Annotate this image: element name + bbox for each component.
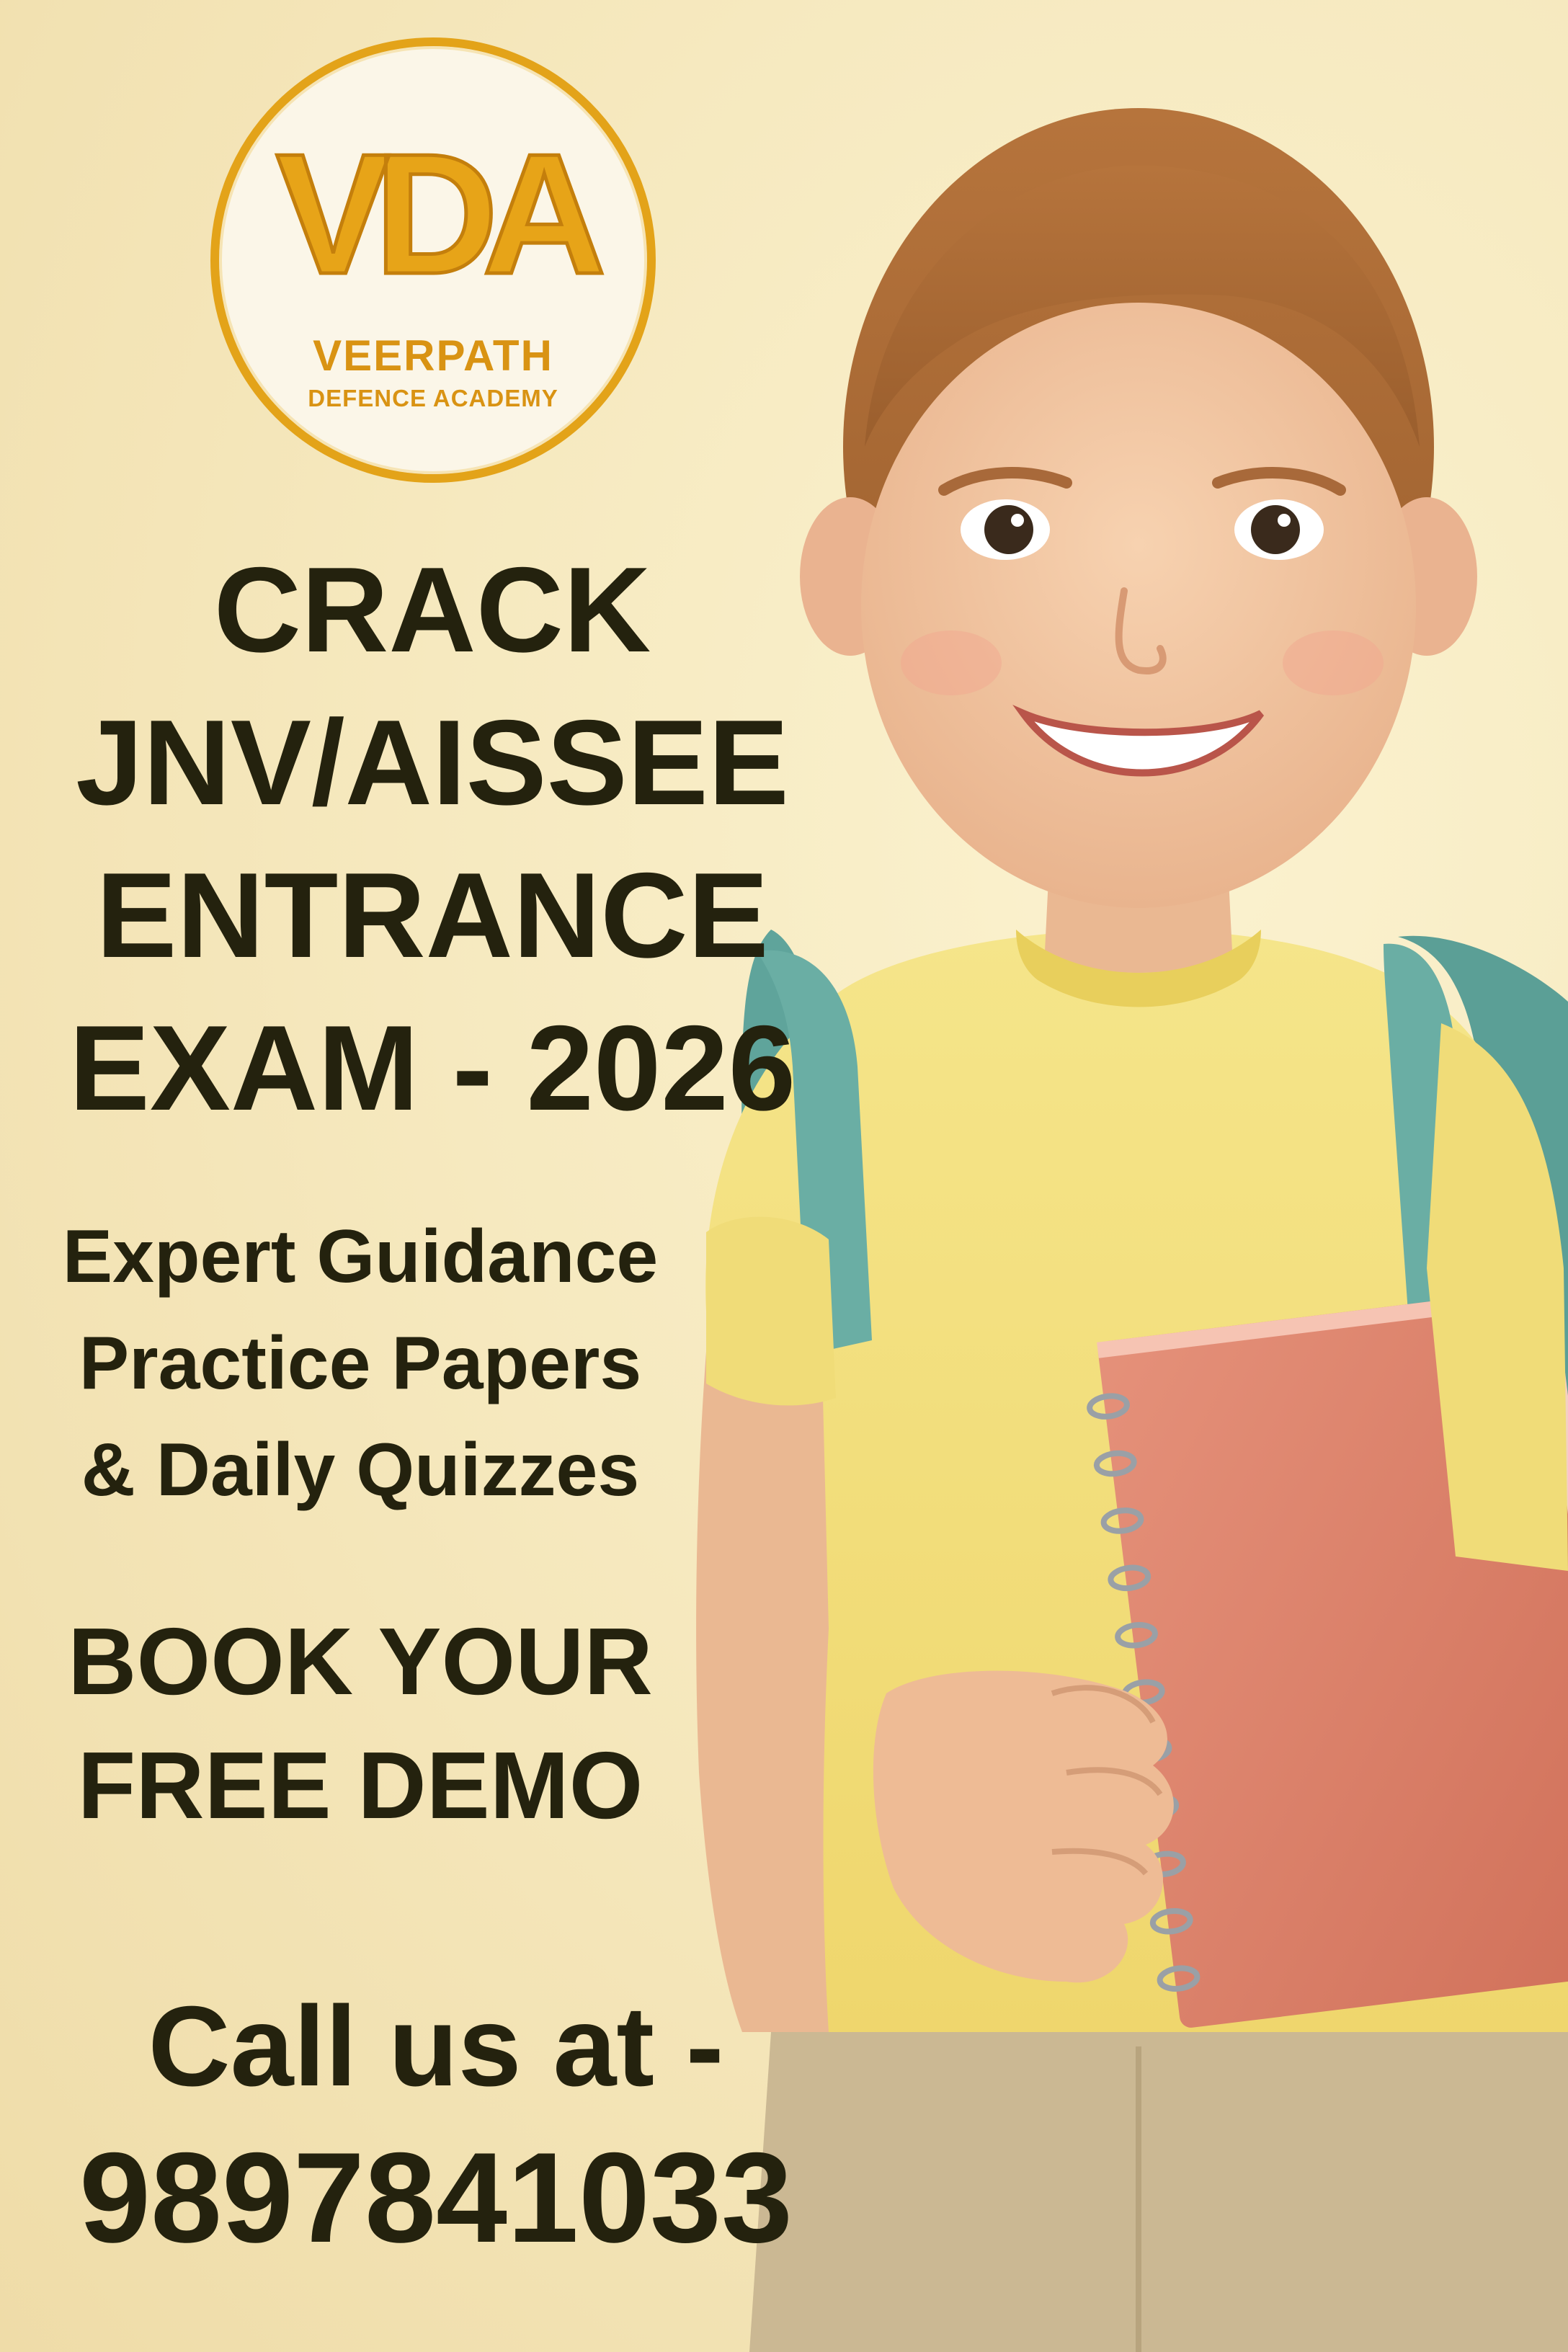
contact-label: Call us at -: [148, 1983, 724, 2110]
poster: VDA VEERPATH DEFENCE ACADEMY CRACK JNV/A…: [0, 0, 1568, 2352]
logo-subtitle: DEFENCE ACADEMY: [308, 385, 558, 411]
headline-line: ENTRANCE: [96, 847, 769, 983]
features-list: Expert Guidance Practice Papers & Daily …: [29, 1203, 692, 1523]
phone-number: 9897841033: [79, 2126, 793, 2269]
contact-block: Call us at - 9897841033: [29, 1974, 843, 2277]
academy-logo: VDA VEERPATH DEFENCE ACADEMY: [210, 37, 656, 483]
call-to-action: BOOK YOUR FREE DEMO: [29, 1600, 692, 1848]
headline: CRACK JNV/AISSEE ENTRANCE EXAM - 2026: [29, 533, 836, 1144]
headline-line: JNV/AISSEE: [76, 695, 789, 830]
headline-line: CRACK: [213, 542, 651, 677]
logo-name: VEERPATH: [313, 331, 553, 380]
feature-item: & Daily Quizzes: [81, 1428, 640, 1512]
logo-mark: VDA: [274, 119, 608, 310]
feature-item: Expert Guidance: [62, 1215, 659, 1298]
feature-item: Practice Papers: [79, 1322, 642, 1405]
cta-line: BOOK YOUR: [68, 1608, 653, 1714]
headline-line: EXAM - 2026: [68, 1000, 796, 1136]
cta-line: FREE DEMO: [77, 1732, 643, 1838]
